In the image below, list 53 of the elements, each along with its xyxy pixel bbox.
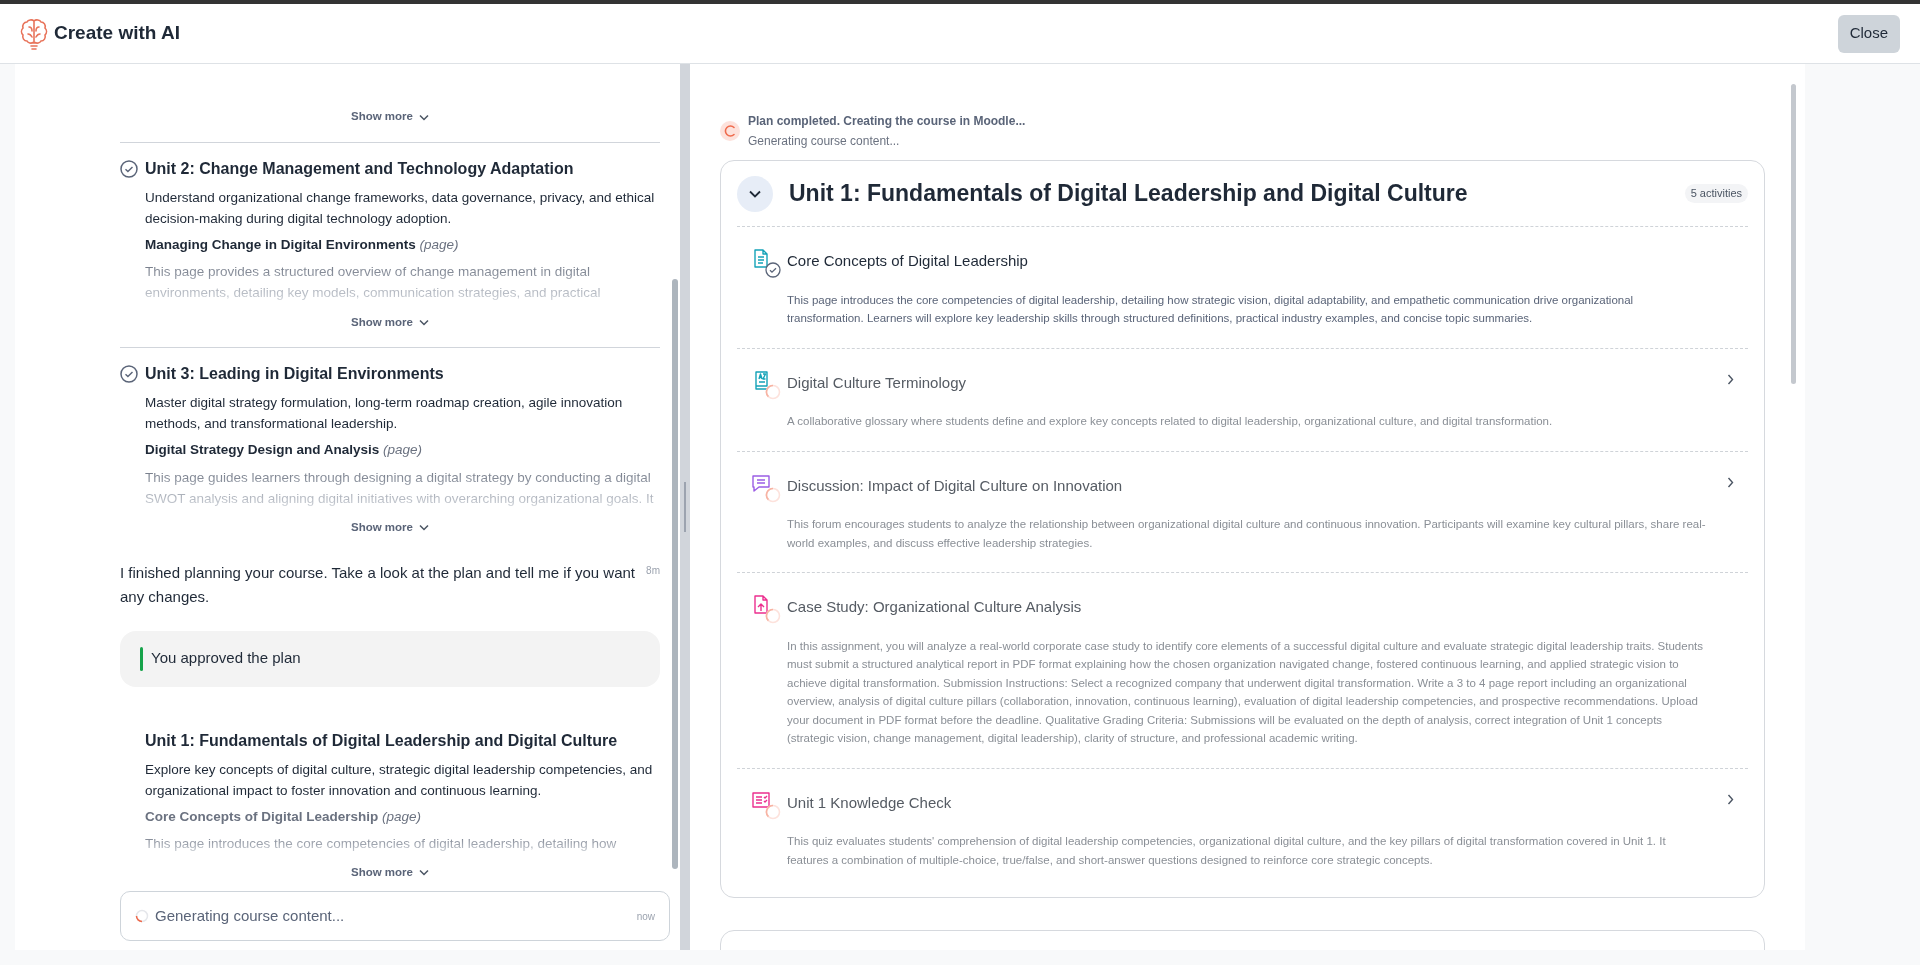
chevron-down-icon (419, 869, 429, 877)
brain-icon (20, 17, 48, 50)
approval-text: You approved the plan (151, 648, 301, 669)
status-text: Generating course content... (155, 905, 346, 926)
chat-bubble-icon (751, 472, 771, 494)
activity-description: In this assignment, you will analyze a real-world corporate case study to identify core elements of a successful digital culture and evaluate strategic digital leadership traits. Students must submit a structured analytical report in PDF format explaining how the chosen organization navigated change, fostered continuous learning, and applied strategic vision to achieve digital transformation. Submission Instructions: Select a recognized company that underwent digital transformation. Write a 3 to 4 page report including an organizational overview, analysis of digital culture pillars (collaboration, innovation, continuous learning), evaluation of digital leadership competencies, and prospective recommendations. Upload your document in PDF format before the deadline. Qualitative Grading Criteria: Submissions will be evaluated on the depth of analysis, correct integration of Unit 1 concepts (strategic vision, change management, digital leadership), clarity of structure, and professional academic writing. (787, 638, 1704, 746)
chevron-down-icon (749, 189, 761, 198)
unit-description: Understand organizational change frameworks, data governance, privacy, and ethical decision-making during digital technology adoption. (145, 189, 656, 228)
status-field[interactable]: Generating course content... now (120, 891, 670, 941)
show-more-link[interactable]: Show more (351, 106, 429, 128)
activity-description: This quiz evaluates students' comprehension of digital leadership competencies, organizational digital culture, and the key pillars of digital transformation covered in Unit 1. It features a combination of multiple-choice, true/false, and short-answer questions designed to reinforce core strategic concepts. (787, 834, 1667, 868)
assistant-message: I finished planning your course. Take a look at the plan and tell me if you want any changes. (120, 562, 637, 607)
progress-title: Plan completed. Creating the course in Moodle... (748, 113, 1026, 130)
collapse-toggle[interactable] (737, 175, 773, 212)
app-title: Create with AI (54, 21, 180, 46)
spinner-icon (135, 909, 149, 923)
chevron-down-icon (419, 113, 429, 121)
activity-title: Core Concepts of Digital Leadership (787, 251, 1029, 271)
show-more-link[interactable]: Show more (351, 311, 429, 334)
activity-title: Core Concepts of Digital Leadership (page) (145, 807, 423, 826)
chevron-right-icon[interactable] (1727, 476, 1734, 488)
scrollbar-thumb[interactable] (672, 279, 678, 869)
show-more-link[interactable]: Show more (351, 861, 429, 884)
activity-title: Case Study: Organizational Culture Analysis (787, 597, 1083, 617)
message-time: 8m (646, 563, 660, 578)
activity-title: Managing Change in Digital Environments (page) (145, 236, 460, 254)
activity-title: Digital Culture Terminology (787, 372, 967, 393)
activity-description: A collaborative glossary where students define and explore key concepts related to digital leadership, organizational culture, and digital transformation. (787, 414, 1554, 429)
unit-title: Unit 3: Leading in Digital Environments (145, 364, 444, 385)
status-time: now (636, 909, 655, 924)
chevron-right-icon[interactable] (1727, 373, 1734, 385)
progress-subtitle: Generating course content... (748, 133, 901, 150)
close-button[interactable]: Close (1837, 14, 1900, 53)
spinner-icon (720, 121, 740, 141)
file-upload-icon (751, 594, 771, 615)
chevron-right-icon[interactable] (1727, 793, 1734, 805)
unit-title: Unit 1: Fundamentals of Digital Leadership and Digital Culture (789, 179, 1469, 209)
file-text-icon (751, 248, 771, 269)
unit-description: Explore key concepts of digital culture, strategic digital leadership competencies, and organizational impact to foster innovation and continuous learning. (145, 760, 654, 800)
activity-description: This page introduces the core competencies of digital leadership, detailing how strategic vision, digital adaptability, and empathetic communication drive organizational transformation. Learners will explore key leadership skills through structured definitions, practical industry examples, and concise topic summaries. (787, 292, 1635, 326)
chevron-down-icon (419, 524, 429, 531)
activity-count-badge: 5 activities (1684, 184, 1748, 203)
chevron-down-icon (419, 318, 429, 326)
activity-description: This forum encourages students to analyze the relationship between organizational digital culture and continuous innovation. Participants will examine key cultural pillars, share real-world examples, and discuss effective leadership strategies. (787, 517, 1707, 551)
unit-description: Master digital strategy formulation, long-term roadmap creation, agile innovation methods, and transformational leadership. (145, 394, 624, 434)
unit-title: Unit 1: Fundamentals of Digital Leadership and Digital Culture (145, 730, 618, 751)
checklist-icon (751, 789, 771, 811)
show-more-link[interactable]: Show more (351, 516, 429, 539)
scrollbar-thumb[interactable] (1791, 84, 1796, 384)
activity-title: Digital Strategy Design and Analysis (page) (145, 441, 424, 460)
unit-title: Unit 2: Change Management and Technology Adaptation (145, 159, 574, 179)
activity-title: Discussion: Impact of Digital Culture on Innovation (787, 475, 1124, 496)
activity-title: Unit 1 Knowledge Check (787, 792, 953, 813)
